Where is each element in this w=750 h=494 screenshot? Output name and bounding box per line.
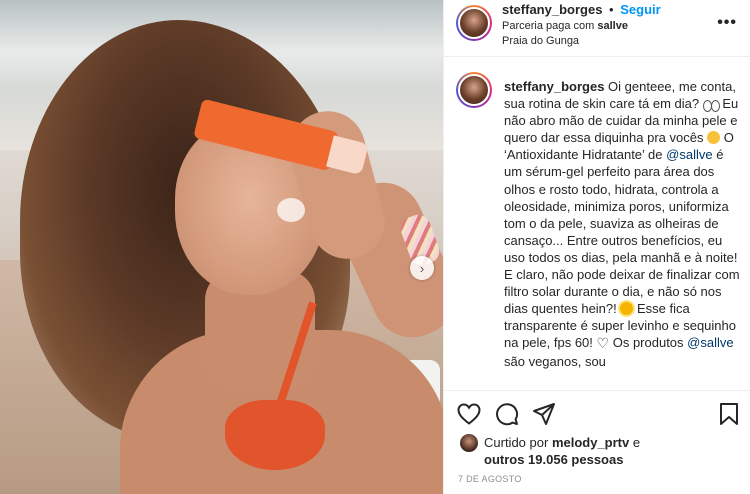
chevron-right-icon: › xyxy=(419,260,425,276)
liker-avatar[interactable] xyxy=(460,434,478,452)
more-options-icon[interactable]: ••• xyxy=(717,14,737,32)
separator-dot: • xyxy=(609,2,614,17)
post-sidebar: steffany_borges • Seguir Parceria paga c… xyxy=(443,0,750,494)
header-title-line: steffany_borges • Seguir xyxy=(502,2,661,17)
caption-username[interactable]: steffany_borges xyxy=(504,79,604,94)
liked-by-prefix: Curtido por xyxy=(484,435,549,450)
comment-icon[interactable] xyxy=(494,401,520,427)
paid-partnership-line: Parceria paga com sallve xyxy=(502,20,628,32)
sun-emoji-icon xyxy=(620,302,634,316)
likes-summary: Curtido por melody_prtv e outros 19.056 … xyxy=(460,434,640,468)
mention-link[interactable]: @sallve xyxy=(666,147,712,162)
partnership-label: Parceria paga com xyxy=(502,20,595,32)
bookmark-icon[interactable] xyxy=(716,401,742,427)
post-photo[interactable]: › xyxy=(0,0,443,494)
next-photo-button[interactable]: › xyxy=(410,256,434,280)
post-header: steffany_borges • Seguir Parceria paga c… xyxy=(444,0,750,57)
caption-text-7: são veganos, sou xyxy=(504,353,606,369)
caption-text-4: é um sérum-gel perfeito para área dos ol… xyxy=(504,147,740,317)
smiling-face-emoji-icon xyxy=(707,131,721,145)
author-username[interactable]: steffany_borges xyxy=(502,2,602,17)
caption-text-6: Os produtos xyxy=(612,335,684,351)
caption-section: steffany_borges Oi genteee, me conta, su… xyxy=(444,58,750,390)
partner-link[interactable]: sallve xyxy=(597,20,628,32)
post-date[interactable]: 7 de agosto xyxy=(458,474,522,484)
author-avatar[interactable] xyxy=(456,5,492,41)
location-link[interactable]: Praia do Gunga xyxy=(502,35,579,47)
photo-bikini xyxy=(225,400,325,470)
share-send-icon[interactable] xyxy=(531,401,557,427)
liked-by-line: Curtido por melody_prtv e xyxy=(484,434,640,451)
action-bar: Curtido por melody_prtv e outros 19.056 … xyxy=(444,390,750,486)
caption-avatar[interactable] xyxy=(456,72,492,108)
white-heart-emoji-icon: ♡ xyxy=(596,335,610,352)
caption-text: steffany_borges Oi genteee, me conta, su… xyxy=(504,78,742,370)
others-likes-link[interactable]: outros 19.056 pessoas xyxy=(484,451,640,468)
eyes-emoji-icon xyxy=(702,99,720,112)
liked-by-user-link[interactable]: melody_prtv xyxy=(552,435,629,450)
like-heart-icon[interactable] xyxy=(456,401,482,427)
photo-cream-dab xyxy=(277,198,305,222)
liked-by-and: e xyxy=(632,435,641,450)
follow-button[interactable]: Seguir xyxy=(620,2,660,17)
mention-link-2[interactable]: @sallve xyxy=(687,335,733,350)
